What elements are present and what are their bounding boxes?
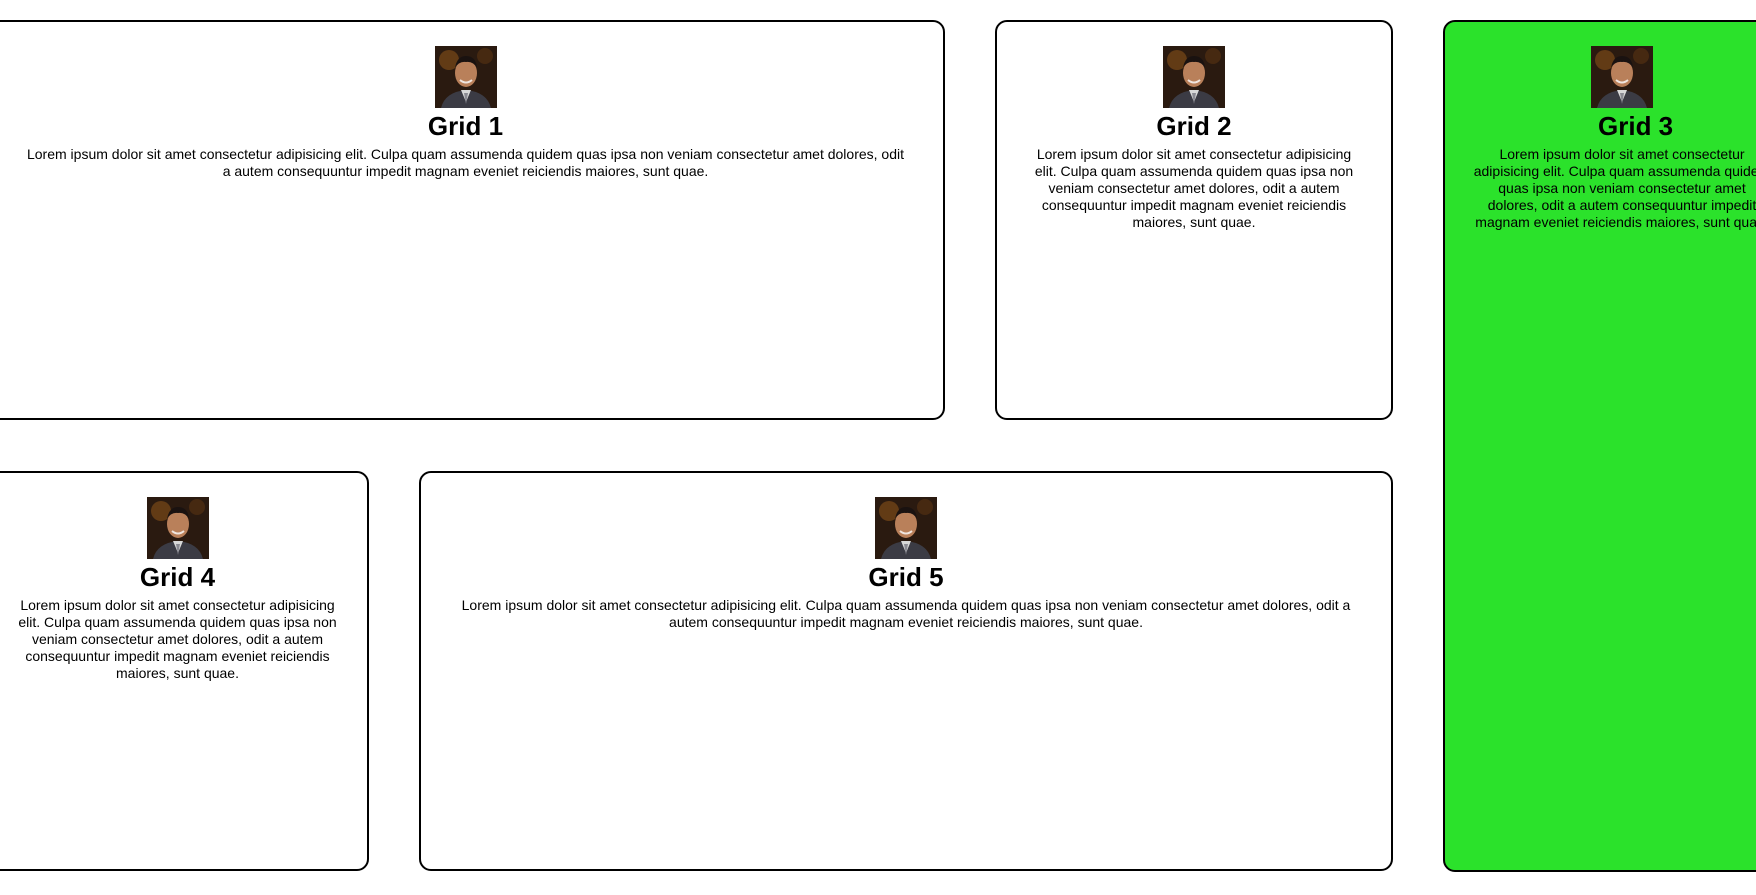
- grid-card-3: Grid 3 Lorem ipsum dolor sit amet consec…: [1443, 20, 1756, 872]
- grid-page: Grid 1 Lorem ipsum dolor sit amet consec…: [0, 0, 1756, 895]
- profile-photo-icon: [875, 497, 937, 559]
- profile-photo-icon: [1591, 46, 1653, 108]
- card-title: Grid 1: [427, 111, 504, 141]
- card-title: Grid 3: [1598, 111, 1674, 141]
- card-title: Grid 5: [868, 562, 944, 592]
- card-text: Lorem ipsum dolor sit amet consectetur a…: [1473, 146, 1756, 230]
- card-title: Grid 2: [1156, 111, 1232, 141]
- card-title: Grid 4: [139, 562, 216, 592]
- card-text: Lorem ipsum dolor sit amet consectetur a…: [26, 146, 905, 179]
- card-text: Lorem ipsum dolor sit amet consectetur a…: [1034, 146, 1354, 230]
- card-text: Lorem ipsum dolor sit amet consectetur a…: [18, 597, 337, 681]
- grid-card-2: Grid 2 Lorem ipsum dolor sit amet consec…: [995, 20, 1393, 420]
- grid-card-4: Grid 4 Lorem ipsum dolor sit amet consec…: [0, 471, 369, 871]
- grid-card-1: Grid 1 Lorem ipsum dolor sit amet consec…: [0, 20, 945, 420]
- card-text: Lorem ipsum dolor sit amet consectetur a…: [461, 597, 1351, 630]
- grid-card-5: Grid 5 Lorem ipsum dolor sit amet consec…: [419, 471, 1393, 871]
- profile-photo-icon: [146, 497, 209, 559]
- profile-photo-icon: [434, 46, 497, 108]
- profile-photo-icon: [1163, 46, 1225, 108]
